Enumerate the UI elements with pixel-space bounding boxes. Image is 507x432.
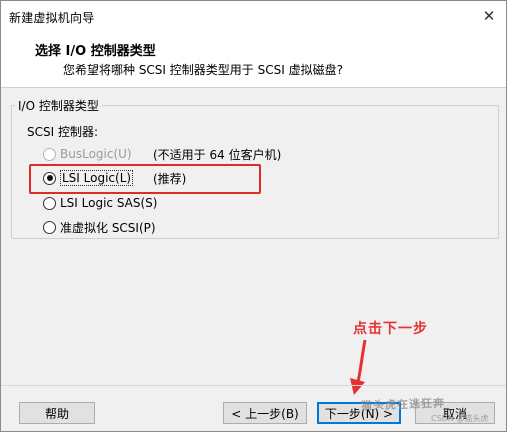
wizard-window: 新建虚拟机向导 ✕ 选择 I/O 控制器类型 您希望将哪种 SCSI 控制器类型… [0,0,507,432]
watermark-credit: CSDN @猫头虎 [431,414,489,423]
group-title: I/O 控制器类型 [15,97,102,114]
title-bar: 新建虚拟机向导 ✕ [1,1,506,31]
page-subtitle: 您希望将哪种 SCSI 控制器类型用于 SCSI 虚拟磁盘? [63,63,343,77]
radio-pvscsi[interactable]: 准虚拟化 SCSI(P) [43,218,156,236]
annotation-click-next: 点击下一步 [353,321,428,337]
back-button[interactable]: < 上一步(B) [223,402,307,424]
radio-buslogic-circle [43,147,56,161]
scsi-controller-label: SCSI 控制器: [27,125,99,139]
help-button[interactable]: 帮助 [19,402,95,424]
buslogic-note: (不适用于 64 位客户机) [153,148,282,162]
radio-pvscsi-circle[interactable] [43,220,56,234]
page-title: 选择 I/O 控制器类型 [35,44,156,59]
radio-lsi-logic-sas-circle[interactable] [43,196,56,210]
watermark: 猫头虎在逃狂奔 [360,396,446,413]
close-icon[interactable]: ✕ [478,5,500,27]
radio-lsi-logic-label: LSI Logic(L) [60,170,134,186]
radio-lsi-logic-sas[interactable]: LSI Logic SAS(S) [43,194,157,212]
footer-divider [1,385,506,386]
window-title: 新建虚拟机向导 [9,11,95,25]
annotation-arrow-icon [350,339,367,395]
wizard-header: 选择 I/O 控制器类型 您希望将哪种 SCSI 控制器类型用于 SCSI 虚拟… [1,31,506,88]
radio-buslogic: BusLogic(U) [43,145,132,163]
radio-lsi-logic[interactable]: LSI Logic(L) [43,169,134,187]
radio-lsi-logic-sas-label: LSI Logic SAS(S) [60,196,158,210]
radio-buslogic-label: BusLogic(U) [60,147,132,161]
radio-lsi-logic-circle[interactable] [43,171,56,185]
lsi-logic-note: (推荐) [153,172,187,186]
radio-pvscsi-label: 准虚拟化 SCSI(P) [60,220,156,235]
